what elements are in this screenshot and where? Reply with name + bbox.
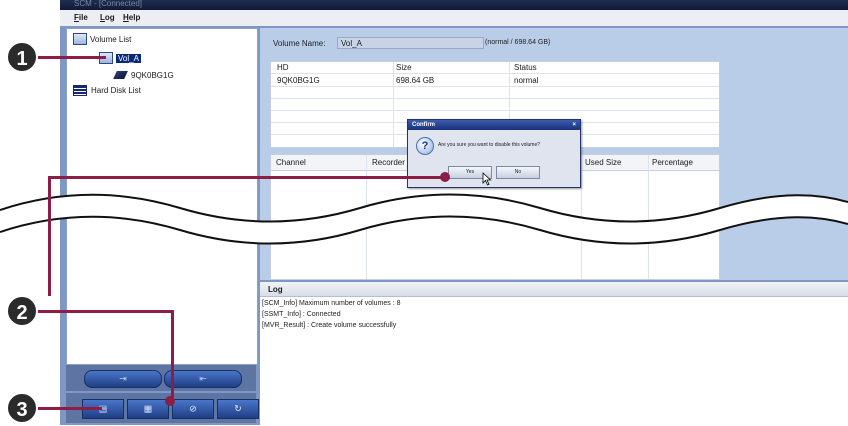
status-cell: normal xyxy=(514,76,539,85)
dialog-close-icon[interactable]: × xyxy=(572,120,576,130)
menu-bar: File Log Help xyxy=(60,10,848,27)
status-col-header: Status xyxy=(514,63,537,72)
window-title: SCM - [Connected] xyxy=(74,0,143,8)
edit-volume-button[interactable]: ▦ xyxy=(127,399,169,419)
title-bar: SCM - [Connected] xyxy=(60,0,848,10)
edit-volume-icon: ▦ xyxy=(143,403,153,414)
question-icon: ? xyxy=(416,137,434,155)
dialog-title: Confirm xyxy=(412,122,435,128)
used-size-col-header: Used Size xyxy=(585,158,622,167)
log-header: Log xyxy=(260,282,848,297)
volume-button-strip: ⇥ ⇤ xyxy=(66,365,256,391)
disable-volume-icon: ⊘ xyxy=(189,403,197,414)
volume-name-field[interactable]: Vol_A xyxy=(337,37,484,49)
volume-status-text: (normal / 698.64 GB) xyxy=(485,39,551,46)
callout-dot-3 xyxy=(165,396,175,406)
remove-disk-icon: ⇤ xyxy=(199,373,207,384)
hd-col-header: HD xyxy=(277,63,289,72)
refresh-button[interactable]: ↻ xyxy=(217,399,259,419)
log-title: Log xyxy=(268,285,283,294)
menu-file[interactable]: File xyxy=(74,13,88,22)
size-col-header: Size xyxy=(396,63,412,72)
size-cell: 698.64 GB xyxy=(396,76,435,85)
callout-2: 2 xyxy=(6,295,38,327)
tree-label-vol-a: Vol_A xyxy=(116,53,141,63)
refresh-icon: ↻ xyxy=(234,403,242,414)
log-line: [SCM_Info] Maximum number of volumes : 8 xyxy=(262,300,401,307)
callout-line-2d xyxy=(171,310,174,402)
tree-label-hard-disk-list: Hard Disk List xyxy=(91,85,141,95)
menu-help[interactable]: Help xyxy=(123,13,140,22)
menu-log[interactable]: Log xyxy=(100,13,115,22)
hd-cell: 9QK0BG1G xyxy=(277,76,320,85)
add-disk-button[interactable]: ⇥ xyxy=(84,370,162,388)
add-disk-icon: ⇥ xyxy=(119,373,127,384)
remove-disk-button[interactable]: ⇤ xyxy=(164,370,242,388)
callout-dot-2 xyxy=(440,172,450,182)
volume-name-label: Volume Name: xyxy=(273,39,326,48)
mouse-cursor-icon xyxy=(482,172,492,186)
volume-list-icon xyxy=(73,33,87,45)
tree-item-disk[interactable]: 9QK0BG1G xyxy=(113,69,174,81)
callout-1: 1 xyxy=(6,41,38,73)
tree-item-hard-disk-list[interactable]: Hard Disk List xyxy=(73,84,141,96)
channel-col-header: Channel xyxy=(276,158,306,167)
tree-item-volume-list[interactable]: Volume List xyxy=(73,33,131,45)
tree-label-volume-list: Volume List xyxy=(90,34,132,44)
log-line: [SSMT_Info] : Connected xyxy=(262,311,341,318)
callout-line-2c xyxy=(22,310,174,313)
disk-icon xyxy=(113,71,128,79)
disable-volume-button[interactable]: ⊘ xyxy=(172,399,214,419)
dialog-message: Are you sure you want to disable this vo… xyxy=(438,142,540,148)
percentage-col-header: Percentage xyxy=(652,158,693,167)
no-button[interactable]: No xyxy=(496,166,540,179)
tree-label-disk: 9QK0BG1G xyxy=(131,70,174,80)
callout-line-2a xyxy=(48,176,448,179)
dialog-title-bar: Confirm × xyxy=(408,120,580,130)
log-line: [MVR_Result] : Create volume successfull… xyxy=(262,322,397,329)
callout-3: 3 xyxy=(6,392,38,424)
hard-disk-list-icon xyxy=(73,84,87,96)
recorder-col-header: Recorder xyxy=(372,158,405,167)
torn-page-break xyxy=(0,193,848,245)
callout-line-2b xyxy=(48,176,51,296)
